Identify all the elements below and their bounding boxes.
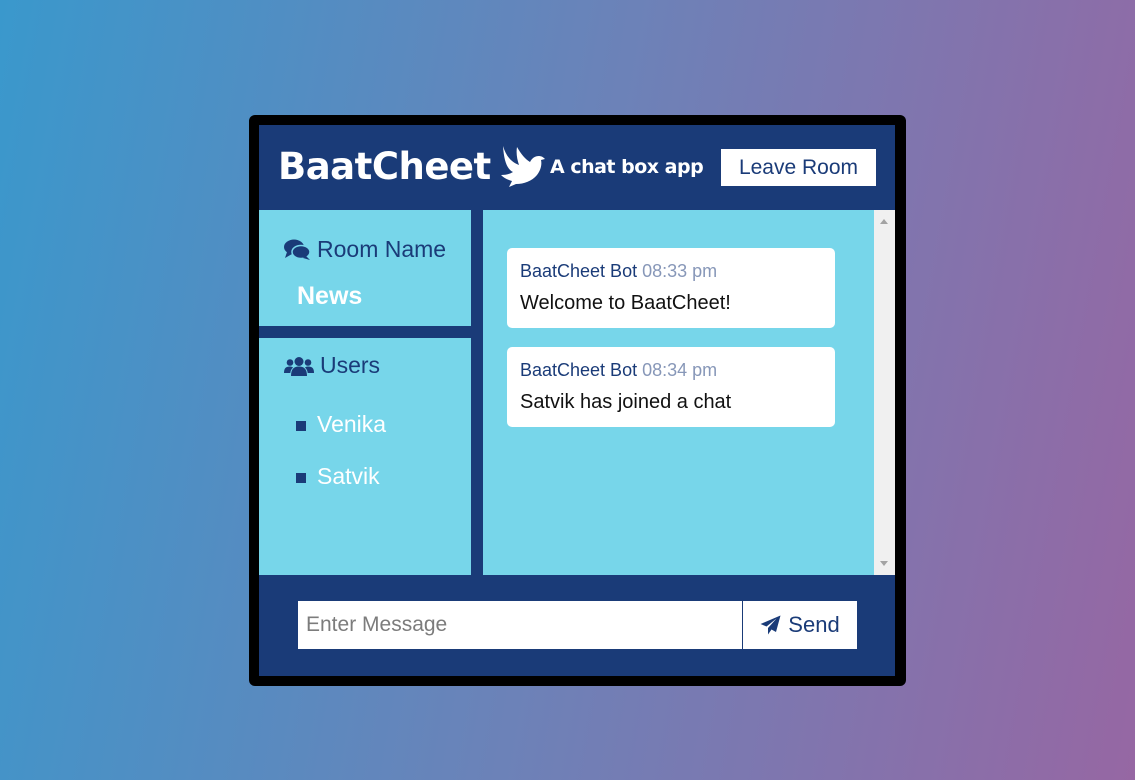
message-card: BaatCheet Bot 08:34 pm Satvik has joined… <box>507 347 835 427</box>
messages-scrollbar[interactable] <box>874 210 895 575</box>
room-name: News <box>297 282 363 310</box>
list-bullet <box>296 421 306 431</box>
message-sender: BaatCheet Bot <box>520 360 638 380</box>
leave-room-button[interactable]: Leave Room <box>721 149 876 186</box>
users-label: Users <box>320 352 381 378</box>
room-name-label: Room Name <box>317 236 447 262</box>
user-item: Satvik <box>296 450 386 502</box>
message-card: BaatCheet Bot 08:33 pm Welcome to BaatCh… <box>507 248 835 328</box>
message-meta: BaatCheet Bot 08:34 pm <box>520 359 822 381</box>
message-text: Satvik has joined a chat <box>520 391 732 413</box>
users-heading: Users <box>284 352 380 379</box>
send-button[interactable]: Send <box>742 600 858 650</box>
messages-panel: BaatCheet Bot 08:33 pm Welcome to BaatCh… <box>483 210 874 575</box>
users-icon <box>284 356 314 376</box>
dove-icon <box>500 146 545 187</box>
message-time: 08:34 pm <box>642 360 718 380</box>
message-time: 08:33 pm <box>642 261 718 281</box>
message-input[interactable] <box>297 600 743 650</box>
user-name: Venika <box>317 410 387 437</box>
app-header: BaatCheet A chat box app Leave Room <box>259 125 895 210</box>
chat-app: BaatCheet A chat box app Leave Room Room… <box>259 125 895 676</box>
paper-plane-icon <box>760 615 781 635</box>
scroll-up-arrow-icon[interactable] <box>880 219 888 224</box>
user-name: Satvik <box>317 462 380 489</box>
message-meta: BaatCheet Bot 08:33 pm <box>520 260 822 282</box>
panel-divider <box>471 210 483 575</box>
sidebar-divider <box>259 326 471 338</box>
users-list: Venika Satvik <box>296 398 386 502</box>
list-bullet <box>296 473 306 483</box>
message-composer: Send <box>259 575 895 676</box>
send-label: Send <box>788 612 840 637</box>
app-logo: BaatCheet <box>278 141 545 191</box>
scroll-down-arrow-icon[interactable] <box>880 561 888 566</box>
message-sender: BaatCheet Bot <box>520 261 638 281</box>
sidebar: Room Name News Users Venika Satvik <box>259 210 471 575</box>
user-item: Venika <box>296 398 386 450</box>
room-name-heading: Room Name <box>284 236 446 263</box>
app-title: BaatCheet <box>278 144 491 188</box>
app-tagline: A chat box app <box>550 156 704 178</box>
message-text: Welcome to BaatCheet! <box>520 292 731 314</box>
comments-icon <box>284 239 311 260</box>
chat-window-frame: BaatCheet A chat box app Leave Room Room… <box>249 115 906 686</box>
